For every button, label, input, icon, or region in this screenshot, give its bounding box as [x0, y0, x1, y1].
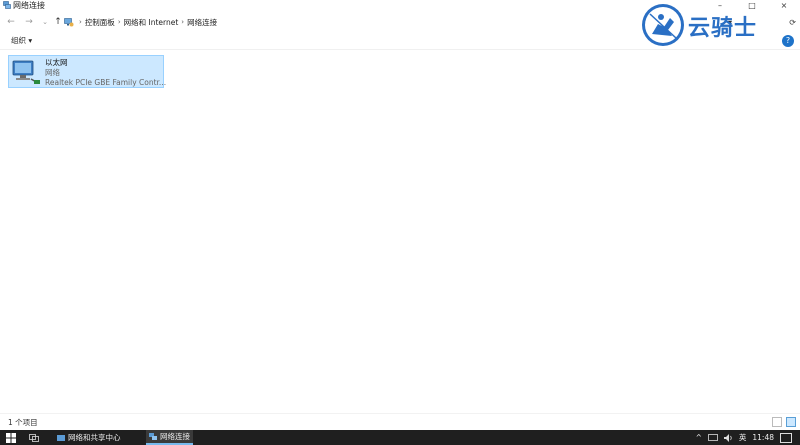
knight-logo-icon — [642, 4, 684, 46]
back-button[interactable]: ← — [5, 16, 17, 28]
forward-button[interactable]: → — [23, 16, 35, 28]
connection-device: Realtek PCIe GBE Family Contr... — [45, 78, 167, 87]
address-bar[interactable]: › 控制面板 › 网络和 Internet › 网络连接 — [64, 15, 624, 29]
volume-icon[interactable] — [723, 433, 733, 442]
network-connections-icon — [3, 1, 11, 9]
connections-list: 以太网 网络 Realtek PCIe GBE Family Contr... — [0, 50, 800, 412]
taskbar: 网络和共享中心 网络连接 ^ 英 11:48 — [0, 430, 800, 445]
notification-center-icon[interactable] — [780, 432, 792, 443]
system-tray: ^ 英 11:48 — [696, 430, 800, 445]
watermark-logo: 云骑士 — [640, 0, 760, 48]
breadcrumb-item-network-internet[interactable]: 网络和 Internet — [124, 17, 179, 28]
organize-button[interactable]: 组织 ▾ — [11, 35, 32, 47]
connection-status: 网络 — [45, 68, 60, 77]
taskbar-item-label: 网络和共享中心 — [68, 433, 121, 442]
breadcrumb-item-control-panel[interactable]: 控制面板 — [85, 17, 115, 28]
taskbar-item-network-connections[interactable]: 网络连接 — [146, 430, 193, 445]
item-count: 1 个项目 — [8, 418, 38, 427]
connection-item-ethernet[interactable]: 以太网 网络 Realtek PCIe GBE Family Contr... — [8, 55, 167, 88]
network-sharing-icon — [57, 434, 65, 441]
close-button[interactable]: × — [768, 0, 800, 11]
ethernet-adapter-icon — [12, 60, 40, 84]
windows-logo-icon — [6, 432, 16, 443]
breadcrumb-separator: › — [181, 18, 185, 26]
up-button[interactable]: ↑ — [52, 16, 64, 28]
breadcrumb-separator: › — [117, 18, 121, 26]
input-method-indicator[interactable]: 英 — [739, 432, 747, 443]
watermark-text: 云骑士 — [688, 16, 758, 41]
help-icon[interactable]: ? — [782, 35, 794, 47]
task-view-button[interactable] — [26, 430, 42, 445]
connection-name: 以太网 — [45, 58, 68, 67]
taskbar-item-network-sharing-center[interactable]: 网络和共享中心 — [54, 430, 124, 445]
breadcrumb: › 控制面板 › 网络和 Internet › 网络连接 — [64, 15, 217, 29]
refresh-icon[interactable]: ⟳ — [789, 18, 796, 27]
breadcrumb-separator: › — [79, 18, 82, 26]
breadcrumb-item-network-connections[interactable]: 网络连接 — [187, 17, 217, 28]
recent-locations-button[interactable]: ⌄ — [39, 16, 51, 28]
clock[interactable]: 11:48 — [752, 433, 774, 442]
view-switcher — [772, 417, 796, 427]
control-panel-icon — [64, 17, 74, 26]
start-button[interactable] — [0, 430, 22, 445]
details-view-icon[interactable] — [772, 417, 782, 427]
task-view-icon — [29, 433, 39, 442]
tray-overflow-icon[interactable]: ^ — [696, 433, 702, 442]
network-connections-icon — [149, 432, 157, 440]
status-bar: 1 个项目 — [0, 413, 800, 431]
network-tray-icon[interactable] — [707, 433, 718, 442]
taskbar-item-label: 网络连接 — [160, 432, 190, 441]
tiles-view-icon[interactable] — [786, 417, 796, 427]
window-title: 网络连接 — [13, 1, 45, 10]
